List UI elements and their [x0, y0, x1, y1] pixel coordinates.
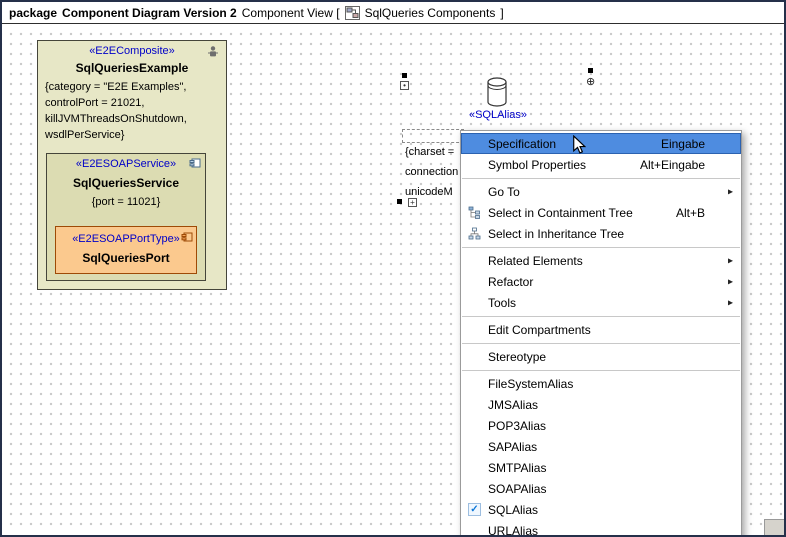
menu-item-label: SQLAlias: [488, 503, 538, 517]
menu-separator: [462, 247, 740, 248]
menu-item-file-system-alias[interactable]: FileSystemAlias: [461, 373, 741, 394]
menu-item-go-to[interactable]: Go To ▸: [461, 181, 741, 202]
selection-handle[interactable]: [588, 68, 593, 73]
menu-item-label: Edit Compartments: [488, 323, 591, 337]
menu-item-jms-alias[interactable]: JMSAlias: [461, 394, 741, 415]
submenu-arrow-icon: ▸: [728, 276, 733, 287]
menu-item-label: SOAPAlias: [488, 482, 546, 496]
menu-item-label: Select in Inheritance Tree: [488, 227, 624, 241]
menu-item-label: Refactor: [488, 275, 533, 289]
menu-item-specification[interactable]: Specification Eingabe: [461, 133, 741, 154]
package-name: Component Diagram Version 2: [62, 6, 237, 20]
menu-item-edit-compartments[interactable]: Edit Compartments: [461, 319, 741, 340]
database-icon[interactable]: [485, 76, 509, 113]
collapse-marker-icon[interactable]: •: [400, 81, 409, 90]
diagram-keyword: package: [9, 6, 57, 20]
menu-item-soap-alias[interactable]: SOAPAlias: [461, 478, 741, 499]
component-sqlqueriesservice[interactable]: «E2ESOAPService» SqlQueriesService {port…: [46, 153, 206, 281]
menu-item-refactor[interactable]: Refactor ▸: [461, 271, 741, 292]
menu-item-shortcut: Alt+Eingabe: [640, 158, 705, 172]
menu-item-sap-alias[interactable]: SAPAlias: [461, 436, 741, 457]
menu-separator: [462, 370, 740, 371]
containment-tree-icon: [461, 206, 488, 219]
menu-item-label: SAPAlias: [488, 440, 537, 454]
menu-item-smtp-alias[interactable]: SMTPAlias: [461, 457, 741, 478]
menu-item-label: Tools: [488, 296, 516, 310]
close-bracket: ]: [500, 6, 503, 20]
selection-handle[interactable]: [402, 73, 407, 78]
expand-plus-icon[interactable]: ⊕: [586, 77, 595, 87]
port-stereotype: «E2ESOAPPortType»: [56, 233, 196, 245]
menu-item-label: JMSAlias: [488, 398, 538, 412]
service-tagged-values: {port = 11021}: [47, 194, 205, 210]
component-sqlqueriesexample[interactable]: «E2EComposite» SqlQueriesExample {catego…: [37, 40, 227, 290]
sqlalias-stereotype-label[interactable]: «SQLAlias»: [462, 109, 534, 121]
menu-item-shortcut: Eingabe: [661, 137, 705, 151]
sqlalias-tagged-values: {charset = connection unicodeM: [405, 142, 458, 202]
menu-item-select-in-inheritance-tree[interactable]: Select in Inheritance Tree: [461, 223, 741, 244]
menu-item-select-in-containment-tree[interactable]: Select in Containment Tree Alt+B: [461, 202, 741, 223]
menu-item-pop3-alias[interactable]: POP3Alias: [461, 415, 741, 436]
menu-item-label: FileSystemAlias: [488, 377, 573, 391]
menu-item-label: Select in Containment Tree: [488, 206, 633, 220]
diagram-window: package Component Diagram Version 2 Comp…: [0, 0, 786, 537]
menu-item-label: Stereotype: [488, 350, 546, 364]
submenu-arrow-icon: ▸: [728, 186, 733, 197]
menu-item-label: Related Elements: [488, 254, 583, 268]
submenu-arrow-icon: ▸: [728, 255, 733, 266]
menu-item-tools[interactable]: Tools ▸: [461, 292, 741, 313]
menu-separator: [462, 316, 740, 317]
selection-handle[interactable]: [397, 199, 402, 204]
menu-item-symbol-properties[interactable]: Symbol Properties Alt+Eingabe: [461, 154, 741, 175]
composite-name: SqlQueriesExample: [38, 61, 226, 75]
mouse-cursor: [572, 135, 586, 160]
diagram-name: SqlQueries Components: [365, 6, 496, 20]
service-stereotype: «E2ESOAPService»: [47, 158, 205, 170]
menu-item-label: Specification: [488, 137, 556, 151]
menu-item-label: POP3Alias: [488, 419, 546, 433]
submenu-arrow-icon: ▸: [728, 297, 733, 308]
composite-tagged-values: {category = "E2E Examples", controlPort …: [45, 79, 222, 143]
diagram-frame-header: package Component Diagram Version 2 Comp…: [2, 2, 784, 24]
menu-item-stereotype[interactable]: Stereotype: [461, 346, 741, 367]
menu-item-label: Go To: [488, 185, 520, 199]
component-diagram-icon: [345, 6, 360, 20]
check-icon: ✓: [468, 503, 481, 516]
view-prefix: Component View [: [242, 6, 340, 20]
port-name: SqlQueriesPort: [56, 251, 196, 265]
menu-separator: [462, 343, 740, 344]
selection-frame: [402, 129, 464, 143]
menu-item-url-alias[interactable]: URLAlias: [461, 520, 741, 537]
expand-box-icon[interactable]: +: [408, 198, 417, 207]
menu-item-related-elements[interactable]: Related Elements ▸: [461, 250, 741, 271]
menu-icon-slot: ✓: [461, 503, 488, 516]
menu-item-label: SMTPAlias: [488, 461, 546, 475]
menu-item-label: URLAlias: [488, 524, 538, 537]
menu-item-shortcut: Alt+B: [676, 206, 705, 220]
inheritance-tree-icon: [461, 227, 488, 240]
component-sqlqueriesport[interactable]: «E2ESOAPPortType» SqlQueriesPort: [55, 226, 197, 274]
service-name: SqlQueriesService: [47, 176, 205, 190]
menu-separator: [462, 178, 740, 179]
scroll-corner: [764, 519, 784, 535]
context-menu: Specification Eingabe Symbol Properties …: [460, 130, 742, 537]
composite-stereotype: «E2EComposite»: [38, 45, 226, 57]
menu-item-sql-alias[interactable]: ✓ SQLAlias: [461, 499, 741, 520]
